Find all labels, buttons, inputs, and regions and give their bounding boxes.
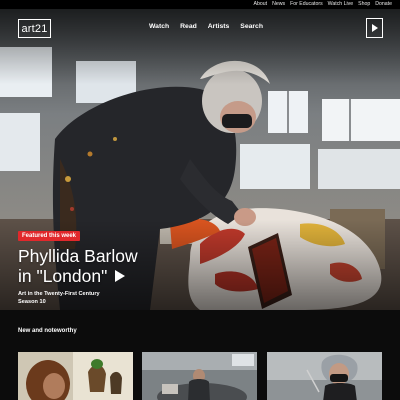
nav-links: Watch Read Artists Search	[149, 23, 263, 30]
utility-bar: About News For Educators Watch Live Shop…	[0, 0, 400, 9]
utility-link-news[interactable]: News	[272, 1, 285, 7]
nav-item-watch[interactable]: Watch	[149, 23, 169, 30]
new-and-noteworthy-section: New and noteworthy	[0, 310, 400, 400]
nav-item-artists[interactable]: Artists	[208, 23, 230, 30]
featured-title-line1: Phyllida Barlow	[18, 246, 138, 266]
featured-episode: Featured this week Phyllida Barlow in "L…	[18, 224, 138, 306]
section-heading: New and noteworthy	[18, 328, 77, 334]
utility-link-donate[interactable]: Donate	[375, 1, 392, 7]
featured-badge: Featured this week	[18, 231, 81, 241]
video-thumbnail-2[interactable]	[142, 352, 257, 400]
utility-link-about[interactable]: About	[254, 1, 268, 7]
thumbnail-image	[267, 352, 382, 400]
play-icon	[372, 24, 378, 32]
utility-links: About News For Educators Watch Live Shop…	[254, 1, 392, 7]
thumbnail-image	[142, 352, 257, 400]
season-label[interactable]: Season 10	[18, 299, 138, 307]
watch-play-button[interactable]	[366, 18, 383, 38]
video-thumbnail-1[interactable]	[18, 352, 133, 400]
thumbnail-image	[18, 352, 133, 400]
series-name[interactable]: Art in the Twenty-First Century	[18, 291, 138, 299]
nav-item-read[interactable]: Read	[180, 23, 197, 30]
featured-series-info: Art in the Twenty-First Century Season 1…	[18, 291, 138, 306]
art21-logo[interactable]: art21	[18, 19, 51, 38]
nav-item-search[interactable]: Search	[240, 23, 263, 30]
featured-title-line2: in "London"	[18, 266, 108, 286]
play-icon[interactable]	[115, 270, 126, 282]
utility-link-shop[interactable]: Shop	[358, 1, 370, 7]
video-thumbnail-3[interactable]	[267, 352, 382, 400]
featured-title[interactable]: Phyllida Barlow in "London"	[18, 246, 138, 286]
logo-text: art21	[21, 22, 48, 35]
main-navigation: art21 Watch Read Artists Search	[0, 9, 400, 47]
utility-link-watch-live[interactable]: Watch Live	[328, 1, 353, 7]
utility-link-educators[interactable]: For Educators	[290, 1, 323, 7]
